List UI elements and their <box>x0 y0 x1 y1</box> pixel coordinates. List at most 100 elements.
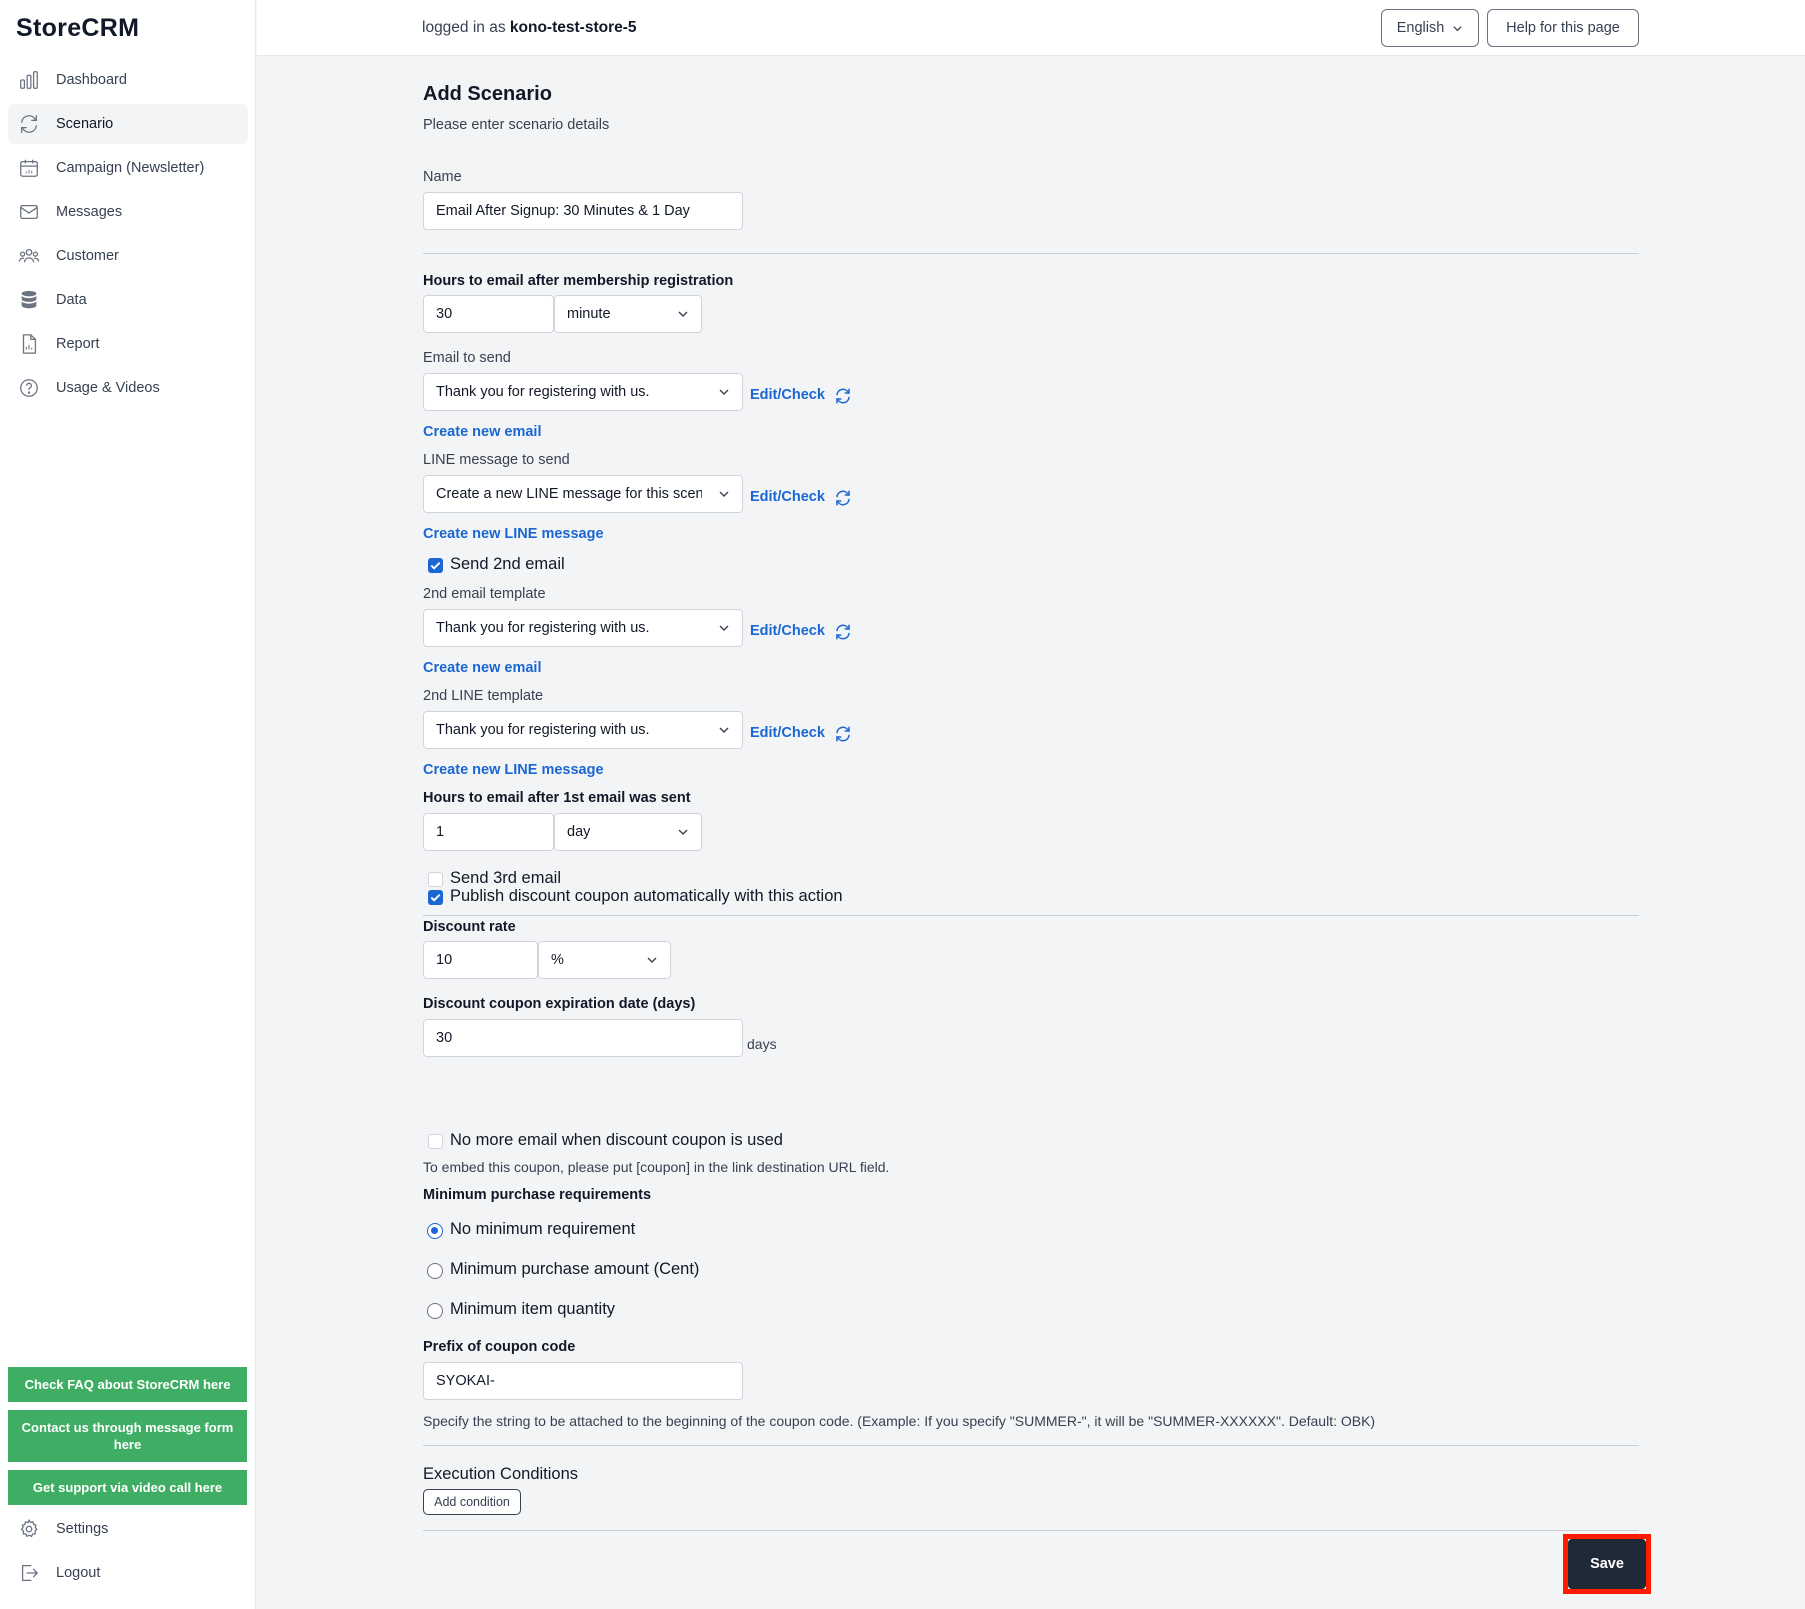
hours2-label: Hours to email after 1st email was sent <box>423 790 691 806</box>
sidebar-item-customer[interactable]: Customer <box>8 236 248 276</box>
line-select[interactable]: Create a new LINE message for this scena… <box>423 475 743 513</box>
contact-button[interactable]: Contact us through message form here <box>8 1410 247 1462</box>
sidebar-item-messages[interactable]: Messages <box>8 192 248 232</box>
refresh-icon[interactable] <box>834 623 852 641</box>
chevron-down-icon <box>719 625 729 631</box>
divider <box>423 1530 1639 1531</box>
expire-input[interactable]: 30 <box>423 1019 743 1057</box>
sidebar-item-data[interactable]: Data <box>8 280 248 320</box>
sidebar-item-label: Data <box>56 292 87 308</box>
edit-check-line-link[interactable]: Edit/Check <box>750 489 825 505</box>
create-line2-link[interactable]: Create new LINE message <box>423 762 604 778</box>
expire-suffix: days <box>747 1036 777 1052</box>
logged-prefix: logged in as <box>422 19 506 36</box>
prefix-input[interactable]: SYOKAI- <box>423 1362 743 1400</box>
sidebar-item-settings[interactable]: Settings <box>8 1509 248 1549</box>
hours2-input[interactable]: 1 <box>423 813 554 851</box>
create-email-link[interactable]: Create new email <box>423 424 541 440</box>
create-line-link[interactable]: Create new LINE message <box>423 526 604 542</box>
logged-in-text: logged in as kono-test-store-5 <box>422 19 637 37</box>
execution-conditions-title: Execution Conditions <box>423 1465 579 1483</box>
refresh-icon <box>21 115 37 133</box>
hours2-unit-select[interactable]: day <box>554 813 702 851</box>
top-header: logged in as kono-test-store-5 English H… <box>257 0 1805 56</box>
save-button[interactable]: Save <box>1568 1539 1646 1589</box>
send-2nd-email-label: Send 2nd email <box>450 555 565 573</box>
divider <box>423 915 1639 916</box>
refresh-icon[interactable] <box>834 725 852 743</box>
gear-icon <box>20 1518 38 1538</box>
chevron-down-icon <box>719 389 729 395</box>
refresh-icon[interactable] <box>834 489 852 507</box>
publish-coupon-label: Publish discount coupon automatically wi… <box>450 887 843 905</box>
edit-check-email-link[interactable]: Edit/Check <box>750 387 825 403</box>
sidebar-item-label: Settings <box>56 1521 109 1537</box>
language-label: English <box>1396 20 1445 36</box>
users-icon <box>18 248 40 263</box>
sidebar-item-label: Logout <box>56 1565 101 1581</box>
video-call-button[interactable]: Get support via video call here <box>8 1470 247 1505</box>
help-page-button[interactable]: Help for this page <box>1487 9 1639 47</box>
question-circle-icon <box>20 379 38 397</box>
sidebar-item-scenario[interactable]: Scenario <box>8 104 248 144</box>
add-condition-button[interactable]: Add condition <box>423 1489 521 1515</box>
hours-unit-select[interactable]: minute <box>554 295 702 333</box>
sidebar: StoreCRM Dashboard Scenario Campaign (Ne… <box>0 0 256 1609</box>
sidebar-nav: Dashboard Scenario Campaign (Newsletter)… <box>8 60 248 412</box>
chevron-down-icon <box>719 491 729 497</box>
hours-label: Hours to email after membership registra… <box>423 273 734 289</box>
line2-select-value: Thank you for registering with us. <box>436 722 650 738</box>
create-email2-link[interactable]: Create new email <box>423 660 541 676</box>
no-more-email-checkbox[interactable] <box>428 1134 443 1149</box>
refresh-icon[interactable] <box>834 387 852 405</box>
document-icon <box>22 334 37 354</box>
logout-icon <box>21 1565 39 1581</box>
sidebar-item-label: Scenario <box>56 116 114 132</box>
line2-select[interactable]: Thank you for registering with us. <box>423 711 743 749</box>
prefix-note: Specify the string to be attached to the… <box>423 1413 1376 1429</box>
sidebar-item-logout[interactable]: Logout <box>8 1553 248 1593</box>
save-highlight-box: Save <box>1563 1534 1651 1594</box>
sidebar-item-dashboard[interactable]: Dashboard <box>8 60 248 100</box>
hours-input[interactable]: 30 <box>423 295 554 333</box>
faq-button[interactable]: Check FAQ about StoreCRM here <box>8 1367 247 1402</box>
send-3rd-email-checkbox[interactable] <box>428 872 443 887</box>
check-icon <box>430 894 441 902</box>
min-none-label: No minimum requirement <box>450 1220 636 1238</box>
name-input[interactable]: Email After Signup: 30 Minutes & 1 Day <box>423 192 743 230</box>
email2-select-value: Thank you for registering with us. <box>436 620 650 636</box>
app-logo[interactable]: StoreCRM <box>16 14 139 43</box>
min-amount-label: Minimum purchase amount (Cent) <box>450 1260 700 1278</box>
expire-label: Discount coupon expiration date (days) <box>423 996 696 1012</box>
sidebar-item-campaign[interactable]: Campaign (Newsletter) <box>8 148 248 188</box>
sidebar-item-report[interactable]: Report <box>8 324 248 364</box>
email2-label: 2nd email template <box>423 586 546 602</box>
line-label: LINE message to send <box>423 452 570 468</box>
min-none-radio[interactable] <box>427 1223 443 1239</box>
name-label: Name <box>423 169 462 185</box>
email-select-value: Thank you for registering with us. <box>436 384 650 400</box>
email-select[interactable]: Thank you for registering with us. <box>423 373 743 411</box>
sidebar-item-label: Dashboard <box>56 72 127 88</box>
sidebar-item-usage-videos[interactable]: Usage & Videos <box>8 368 248 408</box>
discount-label: Discount rate <box>423 919 516 935</box>
sidebar-item-label: Usage & Videos <box>56 380 160 396</box>
chevron-down-icon <box>647 957 657 963</box>
email2-select[interactable]: Thank you for registering with us. <box>423 609 743 647</box>
min-amount-radio[interactable] <box>427 1263 443 1279</box>
database-icon <box>21 290 37 309</box>
discount-input[interactable]: 10 <box>423 941 538 979</box>
language-select[interactable]: English <box>1381 9 1479 47</box>
send-2nd-email-checkbox[interactable] <box>428 558 443 573</box>
min-qty-radio[interactable] <box>427 1303 443 1319</box>
chevron-down-icon <box>719 727 729 733</box>
publish-coupon-checkbox[interactable] <box>428 890 443 905</box>
edit-check-line2-link[interactable]: Edit/Check <box>750 725 825 741</box>
calendar-icon <box>20 159 38 177</box>
chevron-down-icon <box>1453 25 1462 31</box>
hours-unit-value: minute <box>567 306 611 322</box>
bar-chart-icon <box>20 71 38 89</box>
discount-unit-select[interactable]: % <box>538 941 671 979</box>
email-label: Email to send <box>423 350 511 366</box>
edit-check-email2-link[interactable]: Edit/Check <box>750 623 825 639</box>
